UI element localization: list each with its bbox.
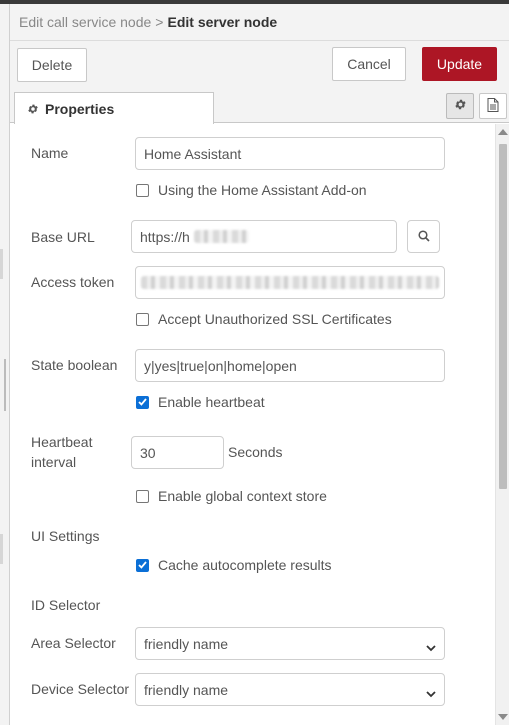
global-context-checkbox-label: Enable global context store xyxy=(158,488,327,504)
base-url-label: Base URL xyxy=(31,229,95,245)
resize-handle[interactable] xyxy=(4,359,6,411)
breadcrumb-parent[interactable]: Edit call service node xyxy=(19,14,151,30)
tab-properties[interactable]: Properties xyxy=(14,92,214,124)
area-selector-value: friendly name xyxy=(144,635,229,652)
heartbeat-interval-unit: Seconds xyxy=(228,444,283,460)
check-icon xyxy=(138,398,147,406)
gear-icon xyxy=(27,103,39,115)
scroll-down-icon[interactable] xyxy=(498,714,508,720)
redacted-token xyxy=(141,276,439,289)
ssl-checkbox-box[interactable] xyxy=(136,312,149,326)
ssl-checkbox[interactable]: Accept Unauthorized SSL Certificates xyxy=(136,311,392,327)
chevron-down-icon xyxy=(426,639,436,655)
addon-checkbox[interactable]: Using the Home Assistant Add-on xyxy=(136,182,367,198)
breadcrumb-current: Edit server node xyxy=(167,14,278,30)
properties-panel: Name Using the Home Assistant Add-on Bas… xyxy=(10,124,495,725)
base-url-input[interactable] xyxy=(131,220,397,253)
search-button[interactable] xyxy=(407,220,440,253)
area-selector-select[interactable]: friendly name xyxy=(135,627,445,660)
cache-checkbox-box[interactable] xyxy=(136,558,149,572)
name-label: Name xyxy=(31,145,69,161)
heartbeat-interval-input[interactable] xyxy=(131,436,224,469)
addon-checkbox-box[interactable] xyxy=(136,183,149,197)
chevron-down-icon xyxy=(426,685,436,701)
scrollbar[interactable] xyxy=(495,124,509,725)
search-icon xyxy=(417,229,430,245)
heartbeat-checkbox-label: Enable heartbeat xyxy=(158,394,265,410)
global-context-checkbox-box[interactable] xyxy=(136,489,149,503)
workspace-edge xyxy=(0,4,10,725)
edit-tray: Edit call service node > Edit server node … xyxy=(10,4,509,725)
access-token-label: Access token xyxy=(31,274,115,290)
device-selector-label: Device Selector xyxy=(31,681,130,697)
id-selector-heading: ID Selector xyxy=(31,597,101,613)
gear-icon xyxy=(454,98,467,114)
update-button[interactable]: Update xyxy=(422,47,497,81)
settings-tab-button[interactable] xyxy=(446,93,474,119)
heartbeat-interval-label-line1: Heartbeat xyxy=(31,434,93,450)
heartbeat-checkbox-box[interactable] xyxy=(136,395,149,409)
name-input[interactable] xyxy=(135,137,445,170)
tab-properties-label: Properties xyxy=(45,100,115,117)
tray-header: Edit call service node > Edit server node xyxy=(10,4,509,41)
breadcrumb: Edit call service node > Edit server node xyxy=(19,14,277,30)
scroll-up-icon[interactable] xyxy=(498,129,508,135)
tray-toolbar: Delete Cancel Update xyxy=(10,41,509,89)
delete-button[interactable]: Delete xyxy=(17,48,87,82)
scrollbar-thumb[interactable] xyxy=(499,144,507,489)
tab-bar: Properties xyxy=(10,89,509,124)
check-icon xyxy=(138,561,147,569)
cache-checkbox[interactable]: Cache autocomplete results xyxy=(136,557,332,573)
heartbeat-interval-label-line2: interval xyxy=(31,454,77,470)
global-context-checkbox[interactable]: Enable global context store xyxy=(136,488,327,504)
device-selector-value: friendly name xyxy=(144,681,229,698)
ui-settings-heading: UI Settings xyxy=(31,528,100,544)
state-boolean-input[interactable] xyxy=(135,349,445,382)
breadcrumb-separator: > xyxy=(155,14,164,30)
document-icon xyxy=(487,97,499,115)
cancel-button[interactable]: Cancel xyxy=(332,47,406,81)
cache-checkbox-label: Cache autocomplete results xyxy=(158,557,332,573)
heartbeat-checkbox[interactable]: Enable heartbeat xyxy=(136,394,265,410)
state-boolean-label: State boolean xyxy=(31,357,118,373)
redacted-url xyxy=(194,230,249,243)
ssl-checkbox-label: Accept Unauthorized SSL Certificates xyxy=(158,311,392,327)
device-selector-select[interactable]: friendly name xyxy=(135,673,445,706)
description-tab-button[interactable] xyxy=(479,93,507,119)
addon-checkbox-label: Using the Home Assistant Add-on xyxy=(158,182,367,198)
area-selector-label: Area Selector xyxy=(31,635,116,651)
